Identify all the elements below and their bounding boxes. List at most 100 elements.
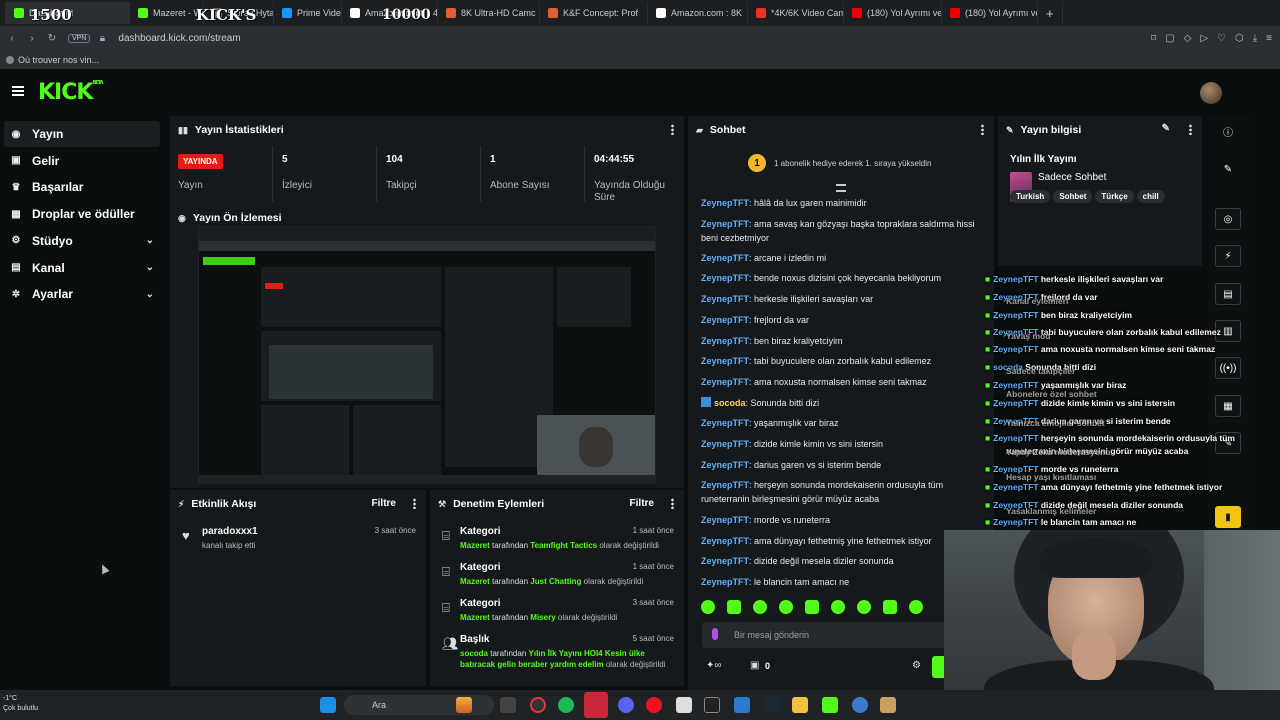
kick-app-icon[interactable] xyxy=(822,697,838,713)
settings-gear-icon[interactable] xyxy=(852,697,868,713)
chat-tools-icon[interactable]: ✦∞ xyxy=(706,660,722,671)
microphone-icon[interactable] xyxy=(712,628,718,640)
chat-message[interactable]: ZeynepTFT: hâlâ da lux garen mainimidir xyxy=(701,196,983,210)
chat-message[interactable]: ZeynepTFT: ama dünyayı fethetmiş yine fe… xyxy=(701,534,983,548)
app-icon[interactable] xyxy=(880,697,896,713)
browser-tab[interactable]: Prime Video xyxy=(274,2,342,24)
stream-tag[interactable]: chill xyxy=(1136,190,1165,203)
emote-icon[interactable] xyxy=(857,600,871,614)
emote-icon[interactable] xyxy=(753,600,767,614)
sidebar-item[interactable]: ▦ Droplar ve ödüller xyxy=(4,201,160,227)
vpn-badge[interactable]: VPN xyxy=(68,33,91,43)
chat-message[interactable]: ZeynepTFT: frejlord da var xyxy=(701,313,983,327)
sidebar-item[interactable]: ▣ Gelir xyxy=(4,148,160,174)
activity-more-icon[interactable] xyxy=(413,498,416,509)
task-view-icon[interactable] xyxy=(500,697,516,713)
new-tab-button[interactable]: + xyxy=(1038,2,1063,24)
moderation-filter-button[interactable]: Filtre xyxy=(630,498,654,509)
chat-username[interactable]: ZeynepTFT xyxy=(701,515,749,525)
chat-username[interactable]: ZeynepTFT xyxy=(701,336,749,346)
chat-username[interactable]: ZeynepTFT xyxy=(701,198,749,208)
chat-more-icon[interactable] xyxy=(981,124,984,135)
shield-icon[interactable]: ◇ xyxy=(1184,33,1192,44)
sidebar-item[interactable]: ♛ Başarılar xyxy=(4,174,160,200)
store-icon[interactable] xyxy=(734,697,750,713)
browser-tab[interactable]: (180) Yol Ayrımı ve xyxy=(844,2,942,24)
moderation-more-icon[interactable] xyxy=(671,498,674,509)
discord-icon[interactable] xyxy=(618,697,634,713)
browser-tab[interactable]: 8K Ultra-HD Camc xyxy=(438,2,540,24)
download-icon[interactable]: ⤓ xyxy=(1253,33,1257,44)
user-avatar[interactable] xyxy=(1200,82,1222,104)
windows-start-icon[interactable] xyxy=(320,697,336,713)
chat-pin-icon[interactable] xyxy=(836,184,846,192)
sidebar-item[interactable]: ✲ Ayarlar ⌄ xyxy=(4,281,160,307)
stats-more-icon[interactable] xyxy=(671,124,674,135)
browser-tab[interactable]: *4K/6K Video Cam xyxy=(748,2,844,24)
browser-tab[interactable]: Amazon.com : 8K xyxy=(648,2,748,24)
chat-username[interactable]: ZeynepTFT xyxy=(701,480,749,490)
chat-message[interactable]: ZeynepTFT: herşeyin sonunda mordekaiseri… xyxy=(701,478,983,506)
extensions-icon[interactable]: ⬡ xyxy=(1235,33,1244,44)
url-field[interactable]: dashboard.kick.com/stream xyxy=(118,33,240,44)
chat-send-button[interactable] xyxy=(932,656,944,678)
app-red-icon[interactable] xyxy=(646,697,662,713)
chat-input[interactable]: Bir mesaj gönderin xyxy=(702,622,946,648)
chat-username[interactable]: ZeynepTFT xyxy=(701,577,749,587)
files-icon[interactable] xyxy=(792,697,808,713)
chat-username[interactable]: ZeynepTFT xyxy=(701,377,749,387)
screenshot-icon[interactable]: ▢ xyxy=(1165,33,1174,44)
browser-app-icon[interactable] xyxy=(530,697,546,713)
kick-logo[interactable]: KICKBETA xyxy=(38,80,104,105)
chevron-down-icon[interactable]: ⌄ xyxy=(146,289,154,300)
emote-icon[interactable] xyxy=(883,600,897,614)
document-icon[interactable]: ▤ xyxy=(1215,283,1241,305)
emote-icon[interactable] xyxy=(831,600,845,614)
sidebar-item[interactable]: ◉ Yayın xyxy=(4,121,160,147)
stream-tag[interactable]: Sohbet xyxy=(1053,190,1093,203)
chat-message[interactable]: ZeynepTFT: ama savaş kan gözyaşı başka t… xyxy=(701,217,983,245)
stream-info-more-icon[interactable] xyxy=(1189,124,1192,135)
activity-filter-button[interactable]: Filtre xyxy=(372,498,396,509)
chat-message[interactable]: ZeynepTFT: arcane i izledin mi xyxy=(701,251,983,265)
calculator-icon[interactable] xyxy=(676,697,692,713)
back-icon[interactable]: ‹ xyxy=(4,33,20,44)
chat-username[interactable]: ZeynepTFT xyxy=(701,418,749,428)
active-app-icon[interactable] xyxy=(584,692,608,718)
elgato-icon[interactable] xyxy=(704,697,720,713)
chat-username[interactable]: ZeynepTFT xyxy=(701,219,749,229)
info-icon[interactable]: ⓘ xyxy=(1215,120,1241,142)
chat-message[interactable]: ZeynepTFT: le blancin tam amacı ne xyxy=(701,575,983,589)
chat-username[interactable]: ZeynepTFT xyxy=(701,294,749,304)
emote-icon[interactable] xyxy=(805,600,819,614)
spotify-icon[interactable] xyxy=(558,697,574,713)
browser-tab[interactable]: (180) Yol Ayrımı ve xyxy=(942,2,1038,24)
emote-icon[interactable] xyxy=(779,600,793,614)
chat-username[interactable]: ZeynepTFT xyxy=(701,556,749,566)
forward-icon[interactable]: › xyxy=(24,33,40,44)
chat-settings-icon[interactable]: ⚙ xyxy=(912,660,921,671)
widget-icon[interactable]: ▦ xyxy=(1215,395,1241,417)
browser-tab[interactable]: Mazeret - Wat xyxy=(130,2,204,24)
stream-tag[interactable]: Turkish xyxy=(1010,190,1051,203)
chat-message[interactable]: ZeynepTFT: tabi buyuculere olan zorbalık… xyxy=(701,354,983,368)
broadcast-icon[interactable]: ((•)) xyxy=(1215,357,1241,379)
edit-icon[interactable]: ✎ xyxy=(1162,123,1170,134)
stream-preview-video[interactable] xyxy=(198,226,656,484)
heart-icon[interactable]: ♡ xyxy=(1217,33,1226,44)
chat-message[interactable]: socoda: Sonunda bitti dizi xyxy=(701,396,983,410)
lightning-icon[interactable]: ⚡︎ xyxy=(1215,245,1241,267)
browser-tab[interactable]: K&F Concept: Prof xyxy=(540,2,648,24)
chat-message[interactable]: ZeynepTFT: ben biraz kraliyetciyim xyxy=(701,334,983,348)
chat-message[interactable]: ZeynepTFT: ama noxusta normalsen kimse s… xyxy=(701,375,983,389)
target-icon[interactable]: ◎ xyxy=(1215,208,1241,230)
play-icon[interactable]: ▷ xyxy=(1200,33,1208,44)
weather-widget[interactable]: -1°C Çok bulutlu xyxy=(3,694,38,714)
chat-message[interactable]: ZeynepTFT: yaşanmışlık var biraz xyxy=(701,416,983,430)
reload-icon[interactable]: ↻ xyxy=(44,33,60,44)
chat-username[interactable]: ZeynepTFT xyxy=(701,253,749,263)
chat-username[interactable]: ZeynepTFT xyxy=(701,460,749,470)
bookmark-item[interactable]: Où trouver nos vin... xyxy=(18,55,99,65)
chat-username[interactable]: ZeynepTFT xyxy=(701,356,749,366)
bookmark-icon[interactable]: ⌑ xyxy=(1151,33,1156,44)
